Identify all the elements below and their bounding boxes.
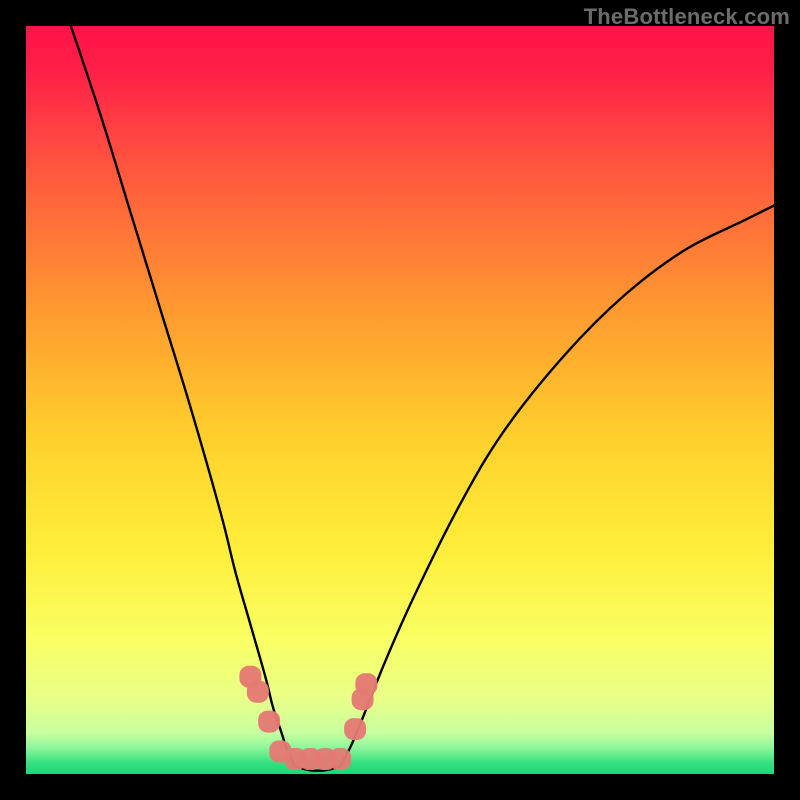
chart-background (26, 26, 774, 774)
chart-plot-area (26, 26, 774, 774)
marker-cluster-8 (344, 718, 366, 740)
marker-cluster-7 (329, 748, 351, 770)
chart-svg (26, 26, 774, 774)
marker-cluster-1 (247, 681, 269, 703)
chart-frame: TheBottleneck.com (0, 0, 800, 800)
marker-cluster-10 (355, 673, 377, 695)
marker-cluster-2 (258, 711, 280, 733)
